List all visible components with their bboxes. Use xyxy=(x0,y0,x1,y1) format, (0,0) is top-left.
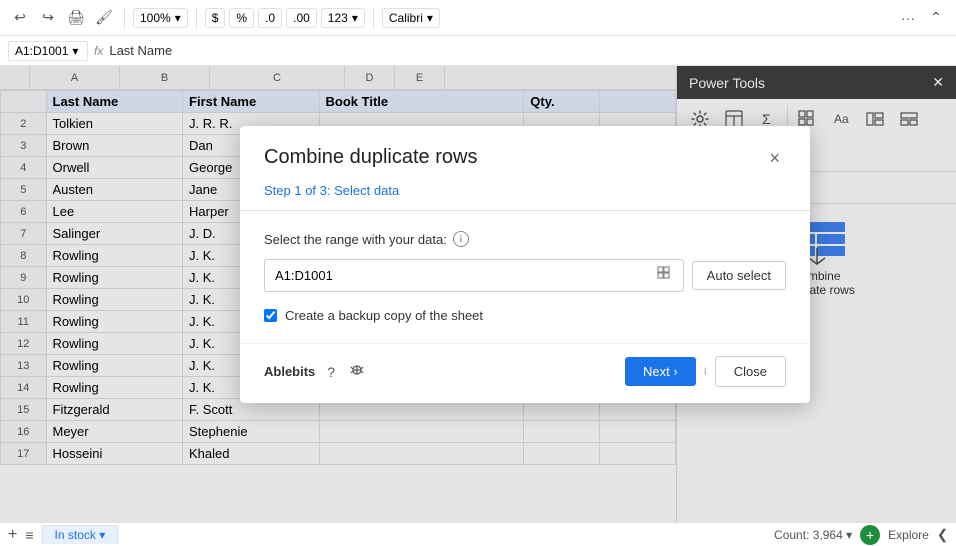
collapse-button[interactable]: ❮ xyxy=(937,527,948,543)
fx-icon: fx xyxy=(94,44,103,58)
paint-icon[interactable]: 🖌 xyxy=(92,6,116,30)
range-label: Select the range with your data: i xyxy=(264,231,786,247)
formula-value: Last Name xyxy=(109,43,948,58)
backup-checkbox[interactable] xyxy=(264,309,277,322)
divider1 xyxy=(124,8,125,28)
count-display: Count: 3,964 ▾ xyxy=(774,528,852,542)
combine-modal: Combine duplicate rows × Step 1 of 3: Se… xyxy=(240,126,810,403)
zoom-arrow: ▾ xyxy=(175,11,181,25)
explore-label: Explore xyxy=(888,528,929,542)
bug-icon[interactable] xyxy=(345,360,369,383)
help-icon[interactable]: ? xyxy=(323,360,339,383)
format123-button[interactable]: 123 ▾ xyxy=(321,8,365,28)
step-prefix: Step 1 of 3: xyxy=(264,183,331,198)
explore-icon-button[interactable]: + xyxy=(860,525,880,545)
print-icon[interactable]: 🖨 xyxy=(64,6,88,30)
redo-icon[interactable]: ↪ xyxy=(36,6,60,30)
format123-label: 123 xyxy=(328,11,348,25)
range-input[interactable]: A1:D1001 xyxy=(264,259,684,292)
ablebits-logo: Ablebits xyxy=(264,364,315,379)
cell-ref-box[interactable]: A1:D1001 ▾ xyxy=(8,41,88,61)
zoom-value: 100% xyxy=(140,11,171,25)
close-button[interactable]: Close xyxy=(715,356,786,387)
percent-button[interactable]: % xyxy=(229,8,254,28)
font-selector[interactable]: Calibri ▾ xyxy=(382,8,440,28)
more-icon[interactable]: ··· xyxy=(896,6,920,30)
info-icon[interactable]: i xyxy=(453,231,469,247)
add-sheet-button[interactable]: + xyxy=(8,526,17,544)
decimal0-button[interactable]: .0 xyxy=(258,8,282,28)
undo-icon[interactable]: ↩ xyxy=(8,6,32,30)
modal-title: Combine duplicate rows xyxy=(264,146,477,169)
font-arrow: ▾ xyxy=(427,11,433,25)
cell-ref-value: A1:D1001 xyxy=(15,44,68,58)
currency-label: $ xyxy=(212,11,219,25)
sheet-list-button[interactable]: ≡ xyxy=(25,527,33,543)
formula-bar: A1:D1001 ▾ fx Last Name xyxy=(0,36,956,66)
footer-icons: ? xyxy=(323,360,369,383)
collapse-toolbar-icon[interactable]: ⌃ xyxy=(924,6,948,30)
footer-right: Next › I Close xyxy=(625,356,786,387)
modal-overlay: Combine duplicate rows × Step 1 of 3: Se… xyxy=(0,66,956,522)
divider3 xyxy=(373,8,374,28)
in-stock-sheet-tab[interactable]: In stock ▾ xyxy=(42,525,119,544)
footer-left: Ablebits ? xyxy=(264,360,369,383)
decimal00-label: .00 xyxy=(293,11,310,25)
cell-ref-arrow: ▾ xyxy=(72,44,78,58)
modal-step: Step 1 of 3: Select data xyxy=(240,179,810,210)
backup-label[interactable]: Create a backup copy of the sheet xyxy=(285,308,483,323)
range-value: A1:D1001 xyxy=(275,268,333,283)
next-button[interactable]: Next › xyxy=(625,357,696,386)
decimal0-label: .0 xyxy=(265,11,275,25)
percent-label: % xyxy=(236,11,247,25)
currency-button[interactable]: $ xyxy=(205,8,226,28)
modal-header: Combine duplicate rows × xyxy=(240,126,810,179)
modal-divider xyxy=(240,210,810,211)
step-action: Select data xyxy=(334,183,399,198)
grid-select-icon[interactable] xyxy=(657,266,673,285)
format123-arrow: ▾ xyxy=(352,11,358,25)
auto-select-button[interactable]: Auto select xyxy=(692,261,786,290)
toolbar: ↩ ↪ 🖨 🖌 100% ▾ $ % .0 .00 123 ▾ Calibri … xyxy=(0,0,956,36)
modal-close-button[interactable]: × xyxy=(763,146,786,171)
zoom-control[interactable]: 100% ▾ xyxy=(133,8,188,28)
modal-body: Select the range with your data: i A1:D1… xyxy=(240,231,810,343)
decimal00-button[interactable]: .00 xyxy=(286,8,317,28)
status-bar: + ≡ In stock ▾ Count: 3,964 ▾ + Explore … xyxy=(0,522,956,546)
range-row: A1:D1001 Auto select xyxy=(264,259,786,292)
divider2 xyxy=(196,8,197,28)
modal-footer: Ablebits ? Next › I Close xyxy=(240,343,810,403)
cursor-indicator: I xyxy=(704,366,707,378)
backup-checkbox-row: Create a backup copy of the sheet xyxy=(264,308,786,323)
font-label: Calibri xyxy=(389,11,423,25)
